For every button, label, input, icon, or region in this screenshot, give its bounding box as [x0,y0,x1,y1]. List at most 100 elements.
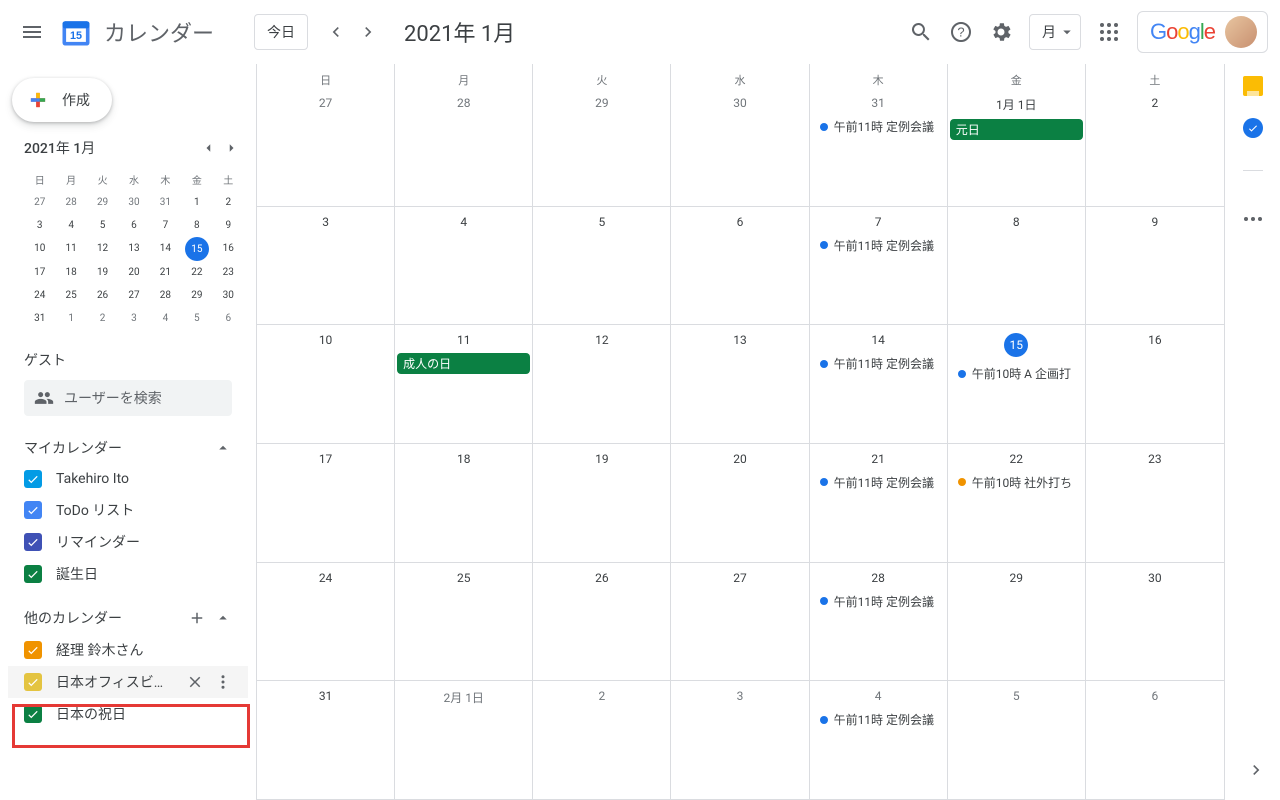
menu-icon[interactable] [12,12,52,52]
more-icon[interactable] [214,673,232,691]
mini-day[interactable]: 7 [150,214,181,237]
day-cell[interactable]: 13 [671,325,809,444]
settings-icon[interactable] [981,12,1021,52]
day-cell[interactable]: 5 [533,207,671,326]
close-icon[interactable] [186,673,204,691]
calendar-event[interactable]: 午前11時 定例会議 [814,591,943,612]
day-cell[interactable]: 27 [257,88,395,207]
mini-prev-button[interactable] [196,136,220,160]
day-cell[interactable]: 10 [257,325,395,444]
my-calendars-toggle[interactable]: マイカレンダー [24,432,232,464]
mini-day[interactable]: 26 [87,284,118,307]
mini-day[interactable]: 28 [150,284,181,307]
day-cell[interactable]: 17 [257,444,395,563]
mini-day[interactable]: 19 [87,261,118,284]
mini-day[interactable]: 15 [181,237,212,261]
mini-day[interactable]: 6 [118,214,149,237]
calendar-checkbox[interactable] [24,470,42,488]
day-cell[interactable]: 19 [533,444,671,563]
rail-more-icon[interactable] [1237,203,1269,235]
day-cell[interactable]: 14午前11時 定例会議 [810,325,948,444]
calendar-item[interactable]: Takehiro Ito [24,464,232,494]
day-cell[interactable]: 1月 1日元日 [948,88,1086,207]
calendar-event[interactable]: 午前11時 定例会議 [814,235,943,256]
mini-day[interactable]: 25 [55,284,86,307]
day-cell[interactable]: 4午前11時 定例会議 [810,681,948,800]
mini-day[interactable]: 13 [118,237,149,261]
mini-day[interactable]: 30 [213,284,244,307]
calendar-checkbox[interactable] [24,705,42,723]
day-cell[interactable]: 11成人の日 [395,325,533,444]
mini-day[interactable]: 4 [150,307,181,330]
prev-period-button[interactable] [320,16,352,48]
day-cell[interactable]: 18 [395,444,533,563]
keep-icon[interactable] [1243,76,1263,96]
day-cell[interactable]: 20 [671,444,809,563]
calendar-event[interactable]: 元日 [950,119,1083,140]
calendar-item[interactable]: ToDo リスト [24,494,232,526]
day-cell[interactable]: 9 [1086,207,1224,326]
mini-day[interactable]: 14 [150,237,181,261]
calendar-item[interactable]: 誕生日 [24,558,232,590]
day-cell[interactable]: 25 [395,563,533,682]
mini-day[interactable]: 29 [181,284,212,307]
day-cell[interactable]: 2 [533,681,671,800]
day-cell[interactable]: 2 [1086,88,1224,207]
apps-icon[interactable] [1089,12,1129,52]
calendar-event[interactable]: 午前11時 定例会議 [814,116,943,137]
search-icon[interactable] [901,12,941,52]
mini-day[interactable]: 2 [87,307,118,330]
mini-day[interactable]: 8 [181,214,212,237]
day-cell[interactable]: 30 [1086,563,1224,682]
day-cell[interactable]: 29 [533,88,671,207]
mini-day[interactable]: 29 [87,191,118,214]
day-cell[interactable]: 28 [395,88,533,207]
calendar-event[interactable]: 午前10時 A 企画打 [952,363,1081,384]
calendar-checkbox[interactable] [24,501,42,519]
create-button[interactable]: 作成 [12,78,112,122]
mini-day[interactable]: 10 [24,237,55,261]
mini-day[interactable]: 2 [213,191,244,214]
day-cell[interactable]: 3 [257,207,395,326]
mini-day[interactable]: 3 [24,214,55,237]
mini-day[interactable]: 24 [24,284,55,307]
mini-day[interactable]: 5 [87,214,118,237]
day-cell[interactable]: 27 [671,563,809,682]
mini-day[interactable]: 12 [87,237,118,261]
mini-day[interactable]: 17 [24,261,55,284]
day-cell[interactable]: 4 [395,207,533,326]
guest-search-input[interactable]: ユーザーを検索 [24,380,232,416]
mini-day[interactable]: 31 [150,191,181,214]
mini-day[interactable]: 5 [181,307,212,330]
mini-day[interactable]: 27 [118,284,149,307]
calendar-checkbox[interactable] [24,673,42,691]
mini-day[interactable]: 22 [181,261,212,284]
day-cell[interactable]: 31 [257,681,395,800]
day-cell[interactable]: 6 [671,207,809,326]
mini-day[interactable]: 28 [55,191,86,214]
mini-day[interactable]: 16 [213,237,244,261]
mini-day[interactable]: 11 [55,237,86,261]
mini-day[interactable]: 1 [55,307,86,330]
mini-day[interactable]: 1 [181,191,212,214]
mini-day[interactable]: 27 [24,191,55,214]
day-cell[interactable]: 7午前11時 定例会議 [810,207,948,326]
mini-day[interactable]: 3 [118,307,149,330]
day-cell[interactable]: 22午前10時 社外打ち [948,444,1086,563]
mini-day[interactable]: 9 [213,214,244,237]
day-cell[interactable]: 2月 1日 [395,681,533,800]
view-select[interactable]: 月 [1029,14,1081,50]
add-calendar-icon[interactable] [188,609,206,627]
tasks-icon[interactable] [1243,118,1263,138]
mini-day[interactable]: 21 [150,261,181,284]
calendar-checkbox[interactable] [24,641,42,659]
calendar-item[interactable]: 経理 鈴木さん [24,634,232,666]
mini-day[interactable]: 20 [118,261,149,284]
day-cell[interactable]: 3 [671,681,809,800]
day-cell[interactable]: 15午前10時 A 企画打 [948,325,1086,444]
other-calendars-toggle[interactable]: 他のカレンダー [24,602,232,634]
day-cell[interactable]: 21午前11時 定例会議 [810,444,948,563]
mini-next-button[interactable] [220,136,244,160]
day-cell[interactable]: 30 [671,88,809,207]
day-cell[interactable]: 24 [257,563,395,682]
